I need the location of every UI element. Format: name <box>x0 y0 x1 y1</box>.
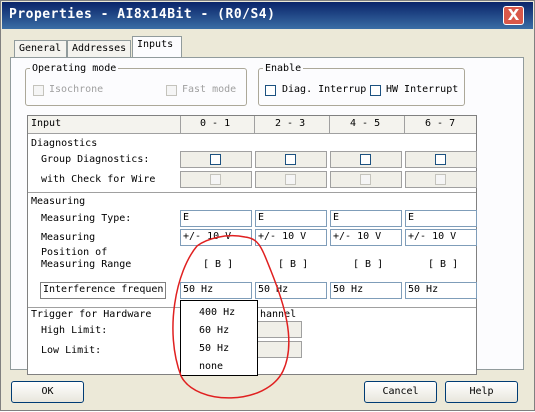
help-button[interactable]: Help <box>445 381 518 403</box>
properties-dialog: Properties - AI8x14Bit - (R0/S4) X Gener… <box>0 0 535 411</box>
ok-button[interactable]: OK <box>11 381 84 403</box>
red-annotation-circle <box>172 234 290 399</box>
cancel-button[interactable]: Cancel <box>364 381 437 403</box>
